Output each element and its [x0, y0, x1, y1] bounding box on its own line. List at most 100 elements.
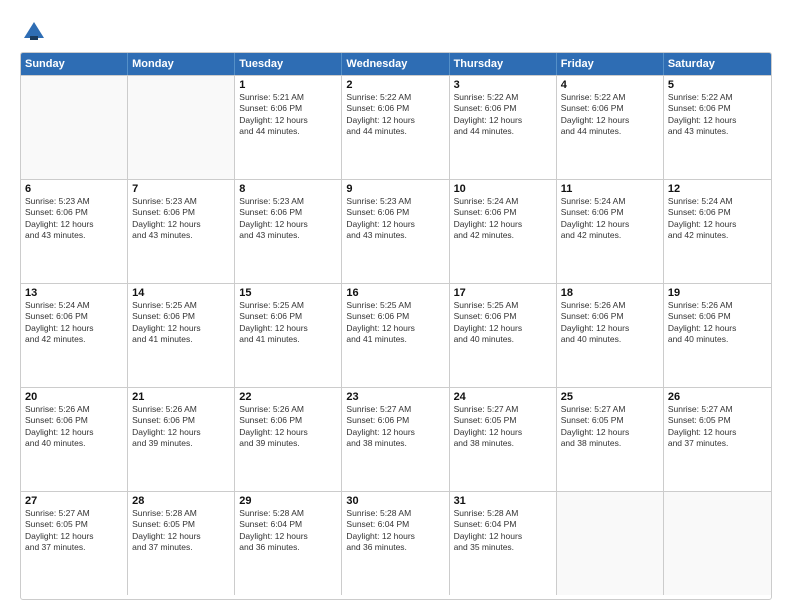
cell-line: Daylight: 12 hours: [668, 427, 767, 438]
cell-line: and 44 minutes.: [239, 126, 337, 137]
day-number: 1: [239, 79, 337, 91]
cell-line: Sunrise: 5:23 AM: [25, 196, 123, 207]
day-number: 6: [25, 183, 123, 195]
cell-line: Daylight: 12 hours: [668, 323, 767, 334]
day-number: 18: [561, 287, 659, 299]
cell-line: Daylight: 12 hours: [239, 427, 337, 438]
calendar-cell: 9Sunrise: 5:23 AMSunset: 6:06 PMDaylight…: [342, 180, 449, 283]
cell-line: Sunset: 6:06 PM: [239, 415, 337, 426]
cell-line: and 36 minutes.: [346, 542, 444, 553]
cell-line: Sunset: 6:06 PM: [561, 103, 659, 114]
cell-line: Sunset: 6:06 PM: [561, 207, 659, 218]
cell-line: and 43 minutes.: [25, 230, 123, 241]
calendar-row: 13Sunrise: 5:24 AMSunset: 6:06 PMDayligh…: [21, 283, 771, 387]
cell-line: Sunrise: 5:22 AM: [454, 92, 552, 103]
calendar-cell: 26Sunrise: 5:27 AMSunset: 6:05 PMDayligh…: [664, 388, 771, 491]
day-number: 5: [668, 79, 767, 91]
logo: [20, 18, 52, 46]
calendar-cell: 24Sunrise: 5:27 AMSunset: 6:05 PMDayligh…: [450, 388, 557, 491]
calendar-cell: 23Sunrise: 5:27 AMSunset: 6:06 PMDayligh…: [342, 388, 449, 491]
calendar-cell: 14Sunrise: 5:25 AMSunset: 6:06 PMDayligh…: [128, 284, 235, 387]
calendar-cell: 1Sunrise: 5:21 AMSunset: 6:06 PMDaylight…: [235, 76, 342, 179]
cell-line: Sunrise: 5:27 AM: [346, 404, 444, 415]
cell-line: Sunset: 6:06 PM: [346, 415, 444, 426]
cell-line: Sunrise: 5:25 AM: [132, 300, 230, 311]
cell-line: Daylight: 12 hours: [132, 531, 230, 542]
cell-line: Daylight: 12 hours: [561, 427, 659, 438]
cell-line: Sunset: 6:06 PM: [132, 207, 230, 218]
cell-line: Sunrise: 5:22 AM: [346, 92, 444, 103]
day-number: 27: [25, 495, 123, 507]
calendar-cell: [557, 492, 664, 595]
day-number: 12: [668, 183, 767, 195]
cell-line: and 43 minutes.: [668, 126, 767, 137]
cell-line: Sunrise: 5:21 AM: [239, 92, 337, 103]
cell-line: Sunset: 6:06 PM: [454, 103, 552, 114]
cell-line: Sunset: 6:06 PM: [668, 311, 767, 322]
cell-line: Sunset: 6:06 PM: [25, 415, 123, 426]
cell-line: and 38 minutes.: [346, 438, 444, 449]
cell-line: and 42 minutes.: [25, 334, 123, 345]
cell-line: Sunrise: 5:22 AM: [668, 92, 767, 103]
cell-line: Daylight: 12 hours: [668, 115, 767, 126]
day-number: 9: [346, 183, 444, 195]
cell-line: Daylight: 12 hours: [132, 219, 230, 230]
cell-line: Daylight: 12 hours: [132, 323, 230, 334]
cell-line: Daylight: 12 hours: [239, 323, 337, 334]
cell-line: Sunrise: 5:25 AM: [346, 300, 444, 311]
calendar-cell: 15Sunrise: 5:25 AMSunset: 6:06 PMDayligh…: [235, 284, 342, 387]
cell-line: Sunset: 6:06 PM: [346, 207, 444, 218]
cell-line: Sunrise: 5:24 AM: [454, 196, 552, 207]
cell-line: Sunrise: 5:26 AM: [239, 404, 337, 415]
calendar-cell: 17Sunrise: 5:25 AMSunset: 6:06 PMDayligh…: [450, 284, 557, 387]
cell-line: Sunset: 6:06 PM: [668, 103, 767, 114]
calendar-cell: 27Sunrise: 5:27 AMSunset: 6:05 PMDayligh…: [21, 492, 128, 595]
calendar-row: 27Sunrise: 5:27 AMSunset: 6:05 PMDayligh…: [21, 491, 771, 595]
cell-line: Sunrise: 5:22 AM: [561, 92, 659, 103]
day-number: 22: [239, 391, 337, 403]
calendar-cell: 11Sunrise: 5:24 AMSunset: 6:06 PMDayligh…: [557, 180, 664, 283]
cell-line: and 37 minutes.: [25, 542, 123, 553]
calendar-cell: 22Sunrise: 5:26 AMSunset: 6:06 PMDayligh…: [235, 388, 342, 491]
cell-line: Daylight: 12 hours: [454, 323, 552, 334]
cell-line: Sunrise: 5:25 AM: [454, 300, 552, 311]
cell-line: Daylight: 12 hours: [561, 219, 659, 230]
cell-line: Sunset: 6:06 PM: [454, 207, 552, 218]
cell-line: and 44 minutes.: [346, 126, 444, 137]
cell-line: Daylight: 12 hours: [346, 427, 444, 438]
cell-line: Sunset: 6:04 PM: [454, 519, 552, 530]
cell-line: Sunrise: 5:26 AM: [132, 404, 230, 415]
cell-line: Sunset: 6:06 PM: [454, 311, 552, 322]
calendar-cell: 21Sunrise: 5:26 AMSunset: 6:06 PMDayligh…: [128, 388, 235, 491]
calendar-cell: 28Sunrise: 5:28 AMSunset: 6:05 PMDayligh…: [128, 492, 235, 595]
cell-line: and 39 minutes.: [132, 438, 230, 449]
calendar-cell: 2Sunrise: 5:22 AMSunset: 6:06 PMDaylight…: [342, 76, 449, 179]
cell-line: Sunset: 6:04 PM: [239, 519, 337, 530]
cell-line: and 40 minutes.: [561, 334, 659, 345]
cell-line: Sunrise: 5:25 AM: [239, 300, 337, 311]
cell-line: Daylight: 12 hours: [239, 219, 337, 230]
day-number: 10: [454, 183, 552, 195]
day-number: 21: [132, 391, 230, 403]
cell-line: Sunrise: 5:23 AM: [239, 196, 337, 207]
cell-line: Sunset: 6:06 PM: [239, 311, 337, 322]
cell-line: Daylight: 12 hours: [668, 219, 767, 230]
calendar-cell: 4Sunrise: 5:22 AMSunset: 6:06 PMDaylight…: [557, 76, 664, 179]
cell-line: Sunset: 6:05 PM: [25, 519, 123, 530]
cell-line: Sunset: 6:06 PM: [346, 103, 444, 114]
cell-line: Daylight: 12 hours: [454, 531, 552, 542]
cell-line: Sunrise: 5:27 AM: [454, 404, 552, 415]
cell-line: and 43 minutes.: [239, 230, 337, 241]
day-number: 14: [132, 287, 230, 299]
calendar-cell: 7Sunrise: 5:23 AMSunset: 6:06 PMDaylight…: [128, 180, 235, 283]
cell-line: and 39 minutes.: [239, 438, 337, 449]
cell-line: Daylight: 12 hours: [454, 219, 552, 230]
cell-line: Daylight: 12 hours: [25, 219, 123, 230]
cell-line: Sunset: 6:06 PM: [239, 103, 337, 114]
cell-line: Sunset: 6:05 PM: [454, 415, 552, 426]
cell-line: and 41 minutes.: [239, 334, 337, 345]
calendar-cell: 5Sunrise: 5:22 AMSunset: 6:06 PMDaylight…: [664, 76, 771, 179]
day-number: 28: [132, 495, 230, 507]
cell-line: and 42 minutes.: [561, 230, 659, 241]
cell-line: Sunset: 6:06 PM: [132, 415, 230, 426]
